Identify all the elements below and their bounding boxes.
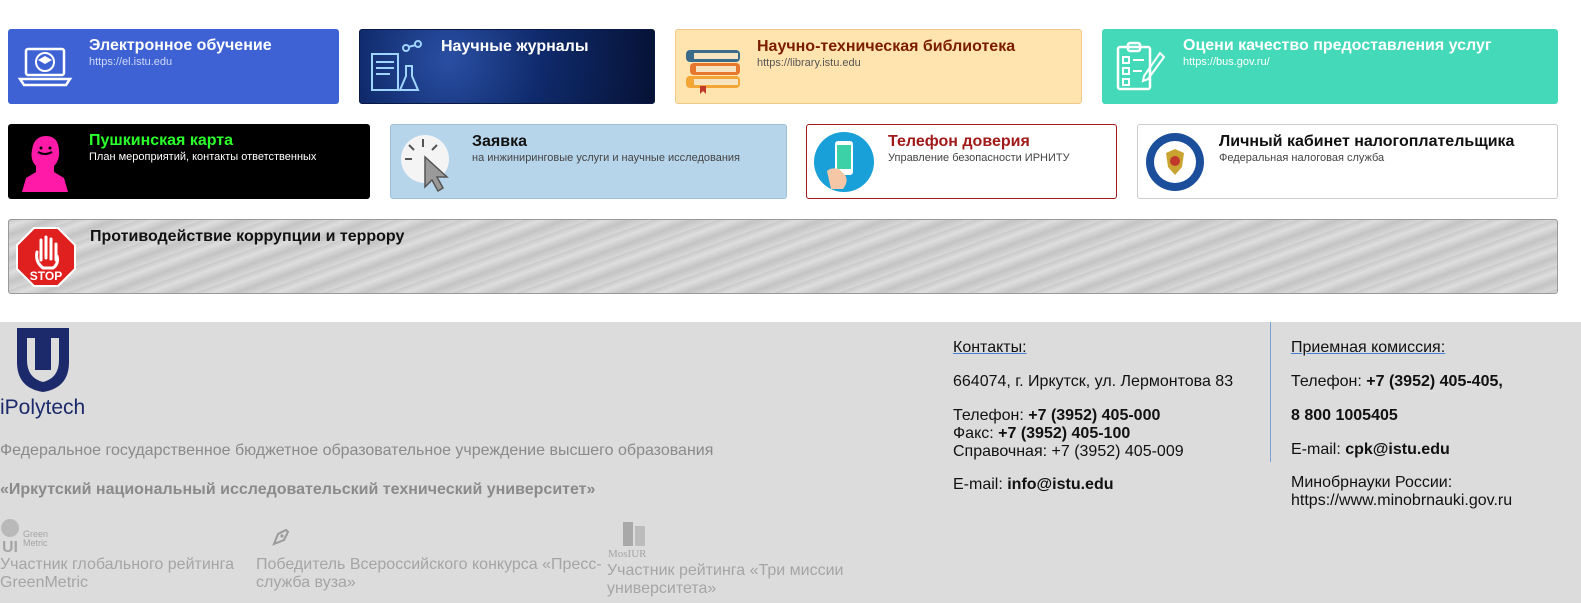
- email-label: E-mail:: [1291, 441, 1346, 458]
- org-type: Федеральное государственное бюджетное об…: [0, 442, 714, 459]
- email-label: E-mail:: [953, 476, 1008, 493]
- column-divider: [1270, 322, 1271, 462]
- contacts-fax-row: Факс: +7 (3952) 405-100: [953, 425, 1130, 443]
- phone-value[interactable]: +7 (3952) 405-000: [1028, 407, 1160, 424]
- phone-label: Телефон:: [953, 407, 1029, 424]
- mosiur-logo-icon: [623, 522, 645, 546]
- tax-service-emblem-icon: [1146, 133, 1204, 191]
- badge-logo-text: Green Metric: [23, 529, 49, 548]
- email-value[interactable]: cpk@istu.edu: [1345, 441, 1450, 458]
- card-title: Противодействие коррупции и террору: [90, 228, 405, 245]
- laptop-education-icon: [17, 47, 73, 87]
- checklist-icon: [1116, 41, 1166, 91]
- stop-sign-icon: STOP: [16, 227, 76, 287]
- ministry-label: Минобрнауки России:: [1291, 474, 1453, 491]
- card-title: Заявка: [472, 133, 527, 150]
- email-value[interactable]: info@istu.edu: [1007, 476, 1113, 493]
- svg-text:STOP: STOP: [30, 269, 62, 283]
- card-subtitle: План мероприятий, контакты ответственных: [89, 151, 317, 163]
- phone-hand-icon: [814, 132, 874, 192]
- badge-press-service[interactable]: Победитель Всероссийского конкурса «Прес…: [256, 526, 606, 602]
- card-e-learning[interactable]: Электронное обучение https://el.istu.edu: [8, 29, 339, 104]
- pushkin-portrait-icon: [22, 136, 68, 192]
- admission-email-row: E-mail: cpk@istu.edu: [1291, 441, 1450, 459]
- badge-text: Участник рейтинга «Три миссии университе…: [607, 562, 844, 597]
- org-name: «Иркутский национальный исследовательски…: [0, 481, 596, 498]
- admission-phone2[interactable]: 8 800 1005405: [1291, 407, 1398, 425]
- contacts-phone-row: Телефон: +7 (3952) 405-000: [953, 407, 1160, 425]
- contacts-address: 664074, г. Иркутск, ул. Лермонтова 83: [953, 373, 1234, 390]
- phone-label: Телефон:: [1291, 373, 1367, 390]
- fax-label: Факс:: [953, 425, 999, 442]
- card-subtitle: https://bus.gov.ru/: [1183, 56, 1270, 68]
- contacts-heading: Контакты:: [953, 339, 1027, 356]
- cursor-click-icon: [401, 135, 449, 193]
- contacts-email-row: E-mail: info@istu.edu: [953, 476, 1114, 494]
- badge-logo-text: MosIUR: [608, 548, 647, 560]
- card-title: Пушкинская карта: [89, 132, 234, 149]
- ipolytech-logo-icon: [17, 328, 69, 392]
- logo[interactable]: iPolytech: [0, 326, 90, 422]
- card-trust-phone[interactable]: Телефон доверия Управление безопасности …: [806, 124, 1117, 199]
- card-title: Личный кабинет налогоплательщика: [1219, 133, 1515, 150]
- logo-text: iPolytech: [0, 396, 86, 419]
- card-subtitle: https://el.istu.edu: [89, 56, 173, 68]
- contacts-info-line: Справочная: +7 (3952) 405-009: [953, 443, 1184, 460]
- footer: iPolytech Федеральное государственное бю…: [0, 322, 1581, 603]
- card-title: Оцени качество предоставления услуг: [1183, 37, 1492, 54]
- pen-nib-icon: [272, 528, 290, 546]
- card-taxpayer-account[interactable]: Личный кабинет налогоплательщика Федерал…: [1137, 124, 1558, 199]
- card-journals[interactable]: Научные журналы: [359, 29, 655, 104]
- badge-mosiur[interactable]: MosIUR Участник рейтинга «Три миссии уни…: [607, 518, 867, 598]
- badge-text: Победитель Всероссийского конкурса «Прес…: [256, 556, 602, 591]
- card-request[interactable]: Заявка на инжиниринговые услуги и научны…: [390, 124, 787, 199]
- fax-value: +7 (3952) 405-100: [998, 425, 1131, 442]
- card-anti-corruption[interactable]: STOP Противодействие коррупции и террору: [8, 219, 1558, 294]
- svg-text:UI: UI: [2, 539, 18, 554]
- badge-text: Участник глобального рейтинга GreenMetri…: [0, 556, 234, 591]
- card-library[interactable]: Научно-техническая библиотека https://li…: [675, 29, 1082, 104]
- card-subtitle: Управление безопасности ИРНИТУ: [888, 152, 1070, 164]
- card-pushkin-card[interactable]: Пушкинская карта План мероприятий, конта…: [8, 124, 370, 199]
- card-service-quality[interactable]: Оцени качество предоставления услуг http…: [1102, 29, 1558, 104]
- books-icon: [686, 50, 740, 94]
- card-subtitle: https://library.istu.edu: [757, 57, 861, 69]
- card-title: Научные журналы: [441, 38, 589, 55]
- admission-heading: Приемная комиссия:: [1291, 339, 1446, 356]
- card-subtitle: на инжиниринговые услуги и научные иссле…: [472, 152, 740, 164]
- badge-greenmetric[interactable]: UI Green Metric Участник глобального рей…: [0, 518, 240, 598]
- ministry-link[interactable]: https://www.minobrnauki.gov.ru: [1291, 492, 1512, 510]
- card-title: Телефон доверия: [888, 133, 1030, 150]
- card-subtitle: Федеральная налоговая служба: [1219, 152, 1385, 164]
- lab-document-icon: [371, 40, 422, 91]
- card-title: Научно-техническая библиотека: [757, 38, 1016, 55]
- phone-value[interactable]: +7 (3952) 405-405,: [1366, 373, 1503, 390]
- card-title: Электронное обучение: [89, 37, 272, 54]
- admission-phone-row: Телефон: +7 (3952) 405-405,: [1291, 373, 1503, 391]
